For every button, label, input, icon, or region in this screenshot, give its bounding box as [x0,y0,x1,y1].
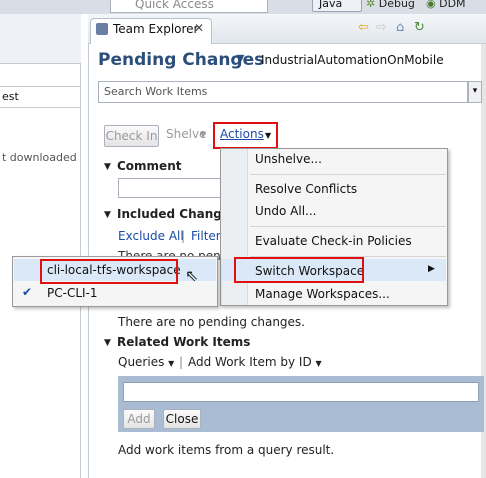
submenu-arrow-icon: ▶ [428,264,435,274]
search-work-items-input[interactable]: Search Work Items [98,81,468,103]
check-in-button[interactable]: Check In [104,125,159,147]
menu-item-undo-all[interactable]: Undo All... [255,204,316,218]
check-icon: ✔ [22,285,33,299]
refresh-icon[interactable]: ↻ [414,20,425,35]
close-button[interactable]: Close [163,409,201,429]
included-changes-collapse-icon[interactable]: ▼ [104,210,111,220]
add-work-item-by-id-dropdown[interactable]: Add Work Item by ID ▼ [188,355,322,369]
comment-input[interactable] [118,178,222,198]
submenu-item-pc-cli-1[interactable]: PC-CLI-1 [47,286,98,300]
menu-separator [250,226,446,227]
project-name: IndustrialAutomationOnMobile [261,53,444,67]
queries-separator: | [179,355,184,369]
chevron-down-icon: ▼ [168,359,175,368]
filter-link[interactable]: Filter [191,229,221,243]
no-pending-text: There are no pending changes. [118,315,305,329]
related-work-items-collapse-icon[interactable]: ▼ [104,338,111,348]
menu-item-manage-workspaces[interactable]: Manage Workspaces... [255,287,390,301]
menu-item-evaluate-checkin-policies[interactable]: Evaluate Check-in Policies [255,234,412,248]
left-panel-status-text: t downloaded [2,151,77,164]
search-dropdown-icon[interactable]: ▾ [468,81,482,103]
quick-access-input[interactable]: Quick Access [110,0,268,13]
perspective-ddm-button[interactable]: ◉ DDM [426,0,466,10]
debug-label: Debug [378,0,415,10]
menu-separator [250,174,446,175]
add-work-item-label: Add Work Item by ID [188,355,312,369]
queries-label: Queries [118,355,165,369]
home-icon[interactable]: ⌂ [396,20,404,35]
exclude-all-link[interactable]: Exclude All [118,229,184,243]
actions-button[interactable]: Actions [220,127,264,141]
link-separator: | [181,229,186,243]
left-panel-header [0,14,81,64]
shelve-dropdown-icon: ▼ [200,130,207,139]
comment-collapse-icon[interactable]: ▼ [104,162,111,172]
java-label: Java [319,0,343,10]
mouse-cursor-icon: ⇖ [185,266,199,285]
hint-text: Add work items from a query result. [118,443,335,457]
page-dropdown-icon[interactable]: ▼ [236,52,244,65]
add-button[interactable]: Add [123,409,155,429]
comment-section-title: Comment [117,159,182,173]
ddm-label: DDM [439,0,466,10]
team-explorer-icon [96,23,108,35]
left-panel-header-text: est [2,90,19,103]
related-work-items-title: Related Work Items [117,335,251,349]
queries-dropdown[interactable]: Queries ▼ [118,355,174,369]
left-panel [0,14,81,478]
close-icon[interactable]: ✕ [194,21,204,35]
arrow-right-icon[interactable]: ⇨ [376,20,387,35]
work-item-id-input[interactable] [123,382,479,402]
menu-item-resolve-conflicts[interactable]: Resolve Conflicts [255,182,357,196]
actions-dropdown-icon: ▼ [265,131,272,140]
switch-workspace-highlight-box [234,257,364,283]
perspective-debug-button[interactable]: ✲ Debug [366,0,415,10]
perspective-java-button[interactable]: Java [312,0,362,12]
debug-icon: ✲ [366,0,376,10]
arrow-left-icon[interactable]: ⇦ [358,20,369,35]
cli-workspace-highlight-box [40,259,178,284]
tab-label: Team Explorer [113,22,199,36]
menu-item-unshelve[interactable]: Unshelve... [255,152,322,166]
ddm-icon: ◉ [426,0,436,10]
chevron-down-icon: ▼ [315,359,322,368]
